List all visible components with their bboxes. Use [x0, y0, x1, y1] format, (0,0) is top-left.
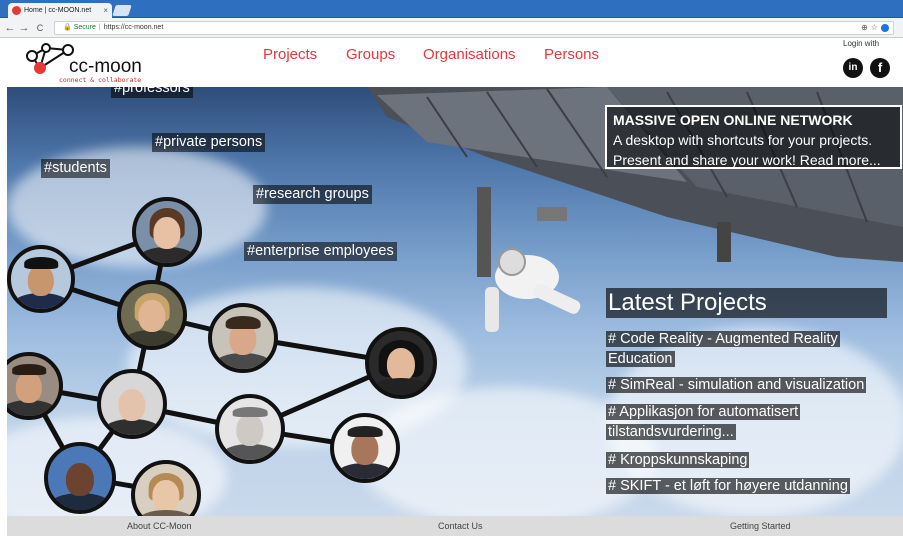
- hashtag-professors: #professors: [111, 87, 193, 98]
- project-link[interactable]: # SimReal - simulation and visualization: [606, 375, 886, 395]
- extension-icon[interactable]: [881, 23, 889, 32]
- site-footer: About CC-Moon Contact Us Getting Started: [7, 516, 903, 536]
- footer-about-link[interactable]: About CC-Moon: [127, 516, 192, 536]
- secure-label: Secure: [73, 24, 96, 31]
- massive-open-network-box[interactable]: MASSIVE OPEN ONLINE NETWORK A desktop wi…: [605, 105, 902, 169]
- avatar[interactable]: [132, 197, 202, 267]
- linkedin-icon[interactable]: in: [843, 58, 863, 78]
- logo-tagline: connect & collaborate: [59, 76, 142, 84]
- tab-title: Home | cc-MOON.net: [24, 7, 92, 14]
- avatar[interactable]: [117, 280, 187, 350]
- login-label: Login with: [843, 39, 880, 48]
- hashtag-research-groups: #research groups: [253, 185, 372, 204]
- zoom-icon[interactable]: ⊕: [861, 23, 871, 32]
- project-link[interactable]: # Applikasjon for automatisert tilstands…: [606, 402, 816, 442]
- favicon-icon: [12, 6, 21, 15]
- back-icon[interactable]: ←: [4, 20, 16, 36]
- avatar[interactable]: [215, 394, 285, 464]
- latest-projects-heading: Latest Projects: [606, 288, 887, 318]
- hashtag-enterprise-employees: #enterprise employees: [244, 242, 397, 261]
- project-link[interactable]: # SKIFT - et løft for høyere utdanning: [606, 476, 886, 496]
- nav-organisations[interactable]: Organisations: [423, 46, 516, 63]
- hashtag-students: #students: [41, 159, 110, 178]
- avatar[interactable]: [330, 413, 400, 483]
- avatar[interactable]: [97, 369, 167, 439]
- forward-icon[interactable]: →: [18, 20, 30, 36]
- browser-tab[interactable]: Home | cc-MOON.net ×: [8, 3, 112, 18]
- read-more-link[interactable]: Present and share your work! Read more..…: [613, 150, 894, 170]
- massive-line-1: A desktop with shortcuts for your projec…: [613, 132, 873, 148]
- close-tab-icon[interactable]: ×: [103, 3, 108, 18]
- avatar[interactable]: [208, 303, 278, 373]
- avatar[interactable]: [44, 442, 116, 514]
- url-field[interactable]: 🔒 Secure | https://cc-moon.net ⊕☆: [54, 21, 894, 35]
- browser-tab-bar: Home | cc-MOON.net ×: [0, 0, 903, 18]
- avatar[interactable]: [7, 245, 75, 313]
- site-logo[interactable]: cc-moon connect & collaborate: [24, 42, 154, 84]
- project-link[interactable]: # Kroppskunnskaping: [606, 450, 886, 470]
- footer-contact-link[interactable]: Contact Us: [438, 516, 483, 536]
- footer-getting-started-link[interactable]: Getting Started: [730, 516, 791, 536]
- project-link[interactable]: # Code Reality - Augmented Reality Educa…: [606, 329, 846, 369]
- massive-title: MASSIVE OPEN ONLINE NETWORK: [613, 112, 853, 128]
- nav-groups[interactable]: Groups: [346, 46, 395, 63]
- new-tab-button[interactable]: [112, 5, 132, 16]
- logo-text: cc-moon: [69, 56, 142, 77]
- reload-icon[interactable]: C: [34, 20, 46, 36]
- hero-banner: #professors #private persons #students #…: [7, 87, 903, 516]
- site-header: cc-moon connect & collaborate Projects G…: [0, 38, 903, 87]
- bookmark-star-icon[interactable]: ☆: [871, 23, 881, 32]
- url-text: https://cc-moon.net: [103, 24, 164, 31]
- address-bar-row: ← → C 🔒 Secure | https://cc-moon.net ⊕☆: [0, 18, 903, 38]
- nav-persons[interactable]: Persons: [544, 46, 599, 63]
- avatar[interactable]: [365, 327, 437, 399]
- nav-projects[interactable]: Projects: [263, 46, 317, 63]
- facebook-icon[interactable]: f: [870, 58, 890, 78]
- lock-icon: 🔒: [63, 24, 72, 31]
- omnibox-actions: ⊕☆: [861, 22, 889, 34]
- hashtag-private-persons: #private persons: [152, 133, 266, 152]
